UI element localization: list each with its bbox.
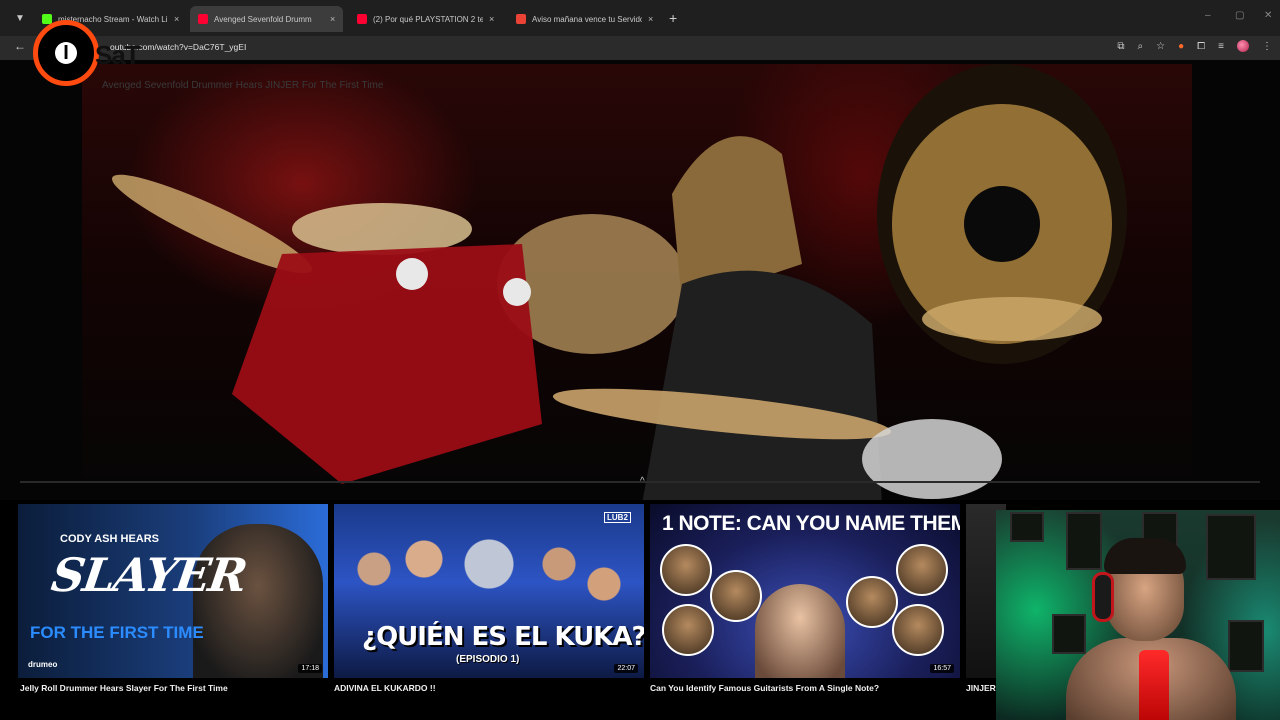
tab-2-active[interactable]: Avenged Sevenfold Drumm × (190, 6, 344, 32)
microphone (1139, 650, 1169, 720)
close-tab-icon[interactable]: × (648, 14, 653, 24)
recommendation-card[interactable]: CODY ASH HEARS SLAYER FOR THE FIRST TIME… (18, 504, 328, 678)
wall-poster (1206, 514, 1256, 580)
drum-lug (503, 278, 531, 306)
thumbnail[interactable]: CODY ASH HEARS SLAYER FOR THE FIRST TIME… (18, 504, 328, 678)
wall-poster (1052, 614, 1086, 654)
guitarist-portrait (660, 544, 712, 596)
tab-strip: ▼ misternacho Stream - Watch Li × Avenge… (0, 0, 1280, 36)
tab-title: (2) Por qué PLAYSTATION 2 ter (373, 14, 483, 24)
guitarist-portrait (892, 604, 944, 656)
duration-badge: 16:57 (930, 664, 954, 673)
thumbnail-person (755, 584, 845, 678)
install-app-icon[interactable]: ⧉ (1117, 41, 1124, 52)
gmail-favicon-icon (516, 14, 526, 24)
drumeo-logo: drumeo (28, 660, 58, 669)
thumb-text: 1 NOTE: CAN YOU NAME THEM? (662, 512, 960, 535)
logo-text: SaT (95, 40, 141, 70)
toolbar-icons: ⧉ ⌕ ☆ ● ⧠ ≡ ⋮ (1117, 40, 1272, 52)
thumbnail[interactable]: LUB2 ¿QUIÉN ES EL KUKA? (EPISODIO 1) 22:… (334, 504, 644, 678)
channel-logo: I (33, 20, 99, 86)
youtube-favicon-icon (198, 14, 208, 24)
thumbnail[interactable]: 1 NOTE: CAN YOU NAME THEM? 16:57 (650, 504, 960, 678)
extension-icon[interactable]: ● (1178, 41, 1184, 52)
new-tab-button[interactable]: + (669, 10, 677, 26)
duration-badge: 22:07 (614, 664, 638, 673)
tab-4[interactable]: Aviso mañana vence tu Servido × (508, 8, 661, 30)
end-screen-recommendations: CODY ASH HEARS SLAYER FOR THE FIRST TIME… (0, 504, 1006, 720)
thumb-text: CODY ASH HEARS (60, 533, 160, 545)
wall-poster (1066, 512, 1102, 570)
video-player[interactable]: Avenged Sevenfold Drummer Hears JINJER F… (0, 60, 1280, 500)
thumb-text: (EPISODIO 1) (456, 654, 520, 665)
bookmark-star-icon[interactable]: ☆ (1156, 41, 1165, 52)
video-frame[interactable]: Avenged Sevenfold Drummer Hears JINJER F… (82, 64, 1192, 500)
recommendation-title[interactable]: Jelly Roll Drummer Hears Slayer For The … (20, 683, 228, 693)
recommendation-title[interactable]: Can You Identify Famous Guitarists From … (650, 683, 879, 693)
guitarist-portrait (846, 576, 898, 628)
drum-lug (396, 258, 428, 290)
drum (862, 419, 1002, 499)
wall-poster (1228, 620, 1264, 672)
drum-kit (232, 244, 542, 484)
thumb-text: ¿QUIÉN ES EL KUKA? (362, 622, 644, 652)
screen: ▼ misternacho Stream - Watch Li × Avenge… (0, 0, 1280, 720)
thumb-text: FOR THE FIRST TIME (30, 623, 204, 642)
minimize-icon[interactable]: – (1205, 10, 1211, 21)
cymbal (292, 203, 472, 255)
gong-center (964, 186, 1040, 262)
tab-title: Avenged Sevenfold Drumm (214, 14, 312, 24)
address-bar: ← outube.com/watch?v=DaC76T_ygEI ⧉ ⌕ ☆ ●… (0, 36, 1280, 60)
close-tab-icon[interactable]: × (330, 14, 335, 24)
media-control-icon[interactable]: ≡ (1218, 41, 1224, 52)
zoom-icon[interactable]: ⌕ (1138, 41, 1144, 52)
menu-kebab-icon[interactable]: ⋮ (1262, 41, 1272, 52)
youtube-favicon-icon (357, 14, 367, 24)
recommendation-title[interactable]: ADIVINA EL KUKARDO !! (334, 683, 436, 693)
recommendation-title[interactable]: JINJER (966, 683, 996, 693)
recommendation-card[interactable]: 1 NOTE: CAN YOU NAME THEM? 16:57 (650, 504, 960, 678)
thumb-badge: LUB2 (604, 512, 631, 523)
video-title-overlay: Avenged Sevenfold Drummer Hears JINJER F… (102, 80, 384, 91)
wall-poster (1010, 512, 1044, 542)
streamer-webcam (996, 510, 1280, 720)
tab-3[interactable]: (2) Por qué PLAYSTATION 2 ter × (349, 8, 502, 30)
tab-title: Aviso mañana vence tu Servido (532, 14, 642, 24)
profile-avatar[interactable] (1237, 40, 1249, 52)
back-arrow-icon[interactable]: ← (14, 39, 26, 53)
thumbnail-people (334, 529, 644, 624)
streamer-hair (1104, 538, 1186, 574)
guitarist-portrait (896, 544, 948, 596)
guitarist-portrait (662, 604, 714, 656)
cymbal (922, 297, 1102, 341)
tab-search-icon[interactable]: ▼ (10, 9, 30, 29)
guitarist-portrait (710, 570, 762, 622)
thumb-text: SLAYER (48, 548, 249, 602)
duration-badge: 17:18 (298, 664, 322, 673)
extensions-puzzle-icon[interactable]: ⧠ (1197, 41, 1205, 52)
close-tab-icon[interactable]: × (489, 14, 494, 24)
restore-icon[interactable]: ▢ (1235, 10, 1244, 21)
logo-letter: I (55, 42, 77, 64)
drummer-scene (112, 64, 1127, 500)
headphones (1092, 572, 1114, 622)
close-tab-icon[interactable]: × (174, 14, 179, 24)
close-window-icon[interactable]: ✕ (1264, 10, 1272, 21)
recommendation-card[interactable]: LUB2 ¿QUIÉN ES EL KUKA? (EPISODIO 1) 22:… (334, 504, 644, 678)
chevron-up-icon[interactable]: ^ (640, 476, 645, 487)
